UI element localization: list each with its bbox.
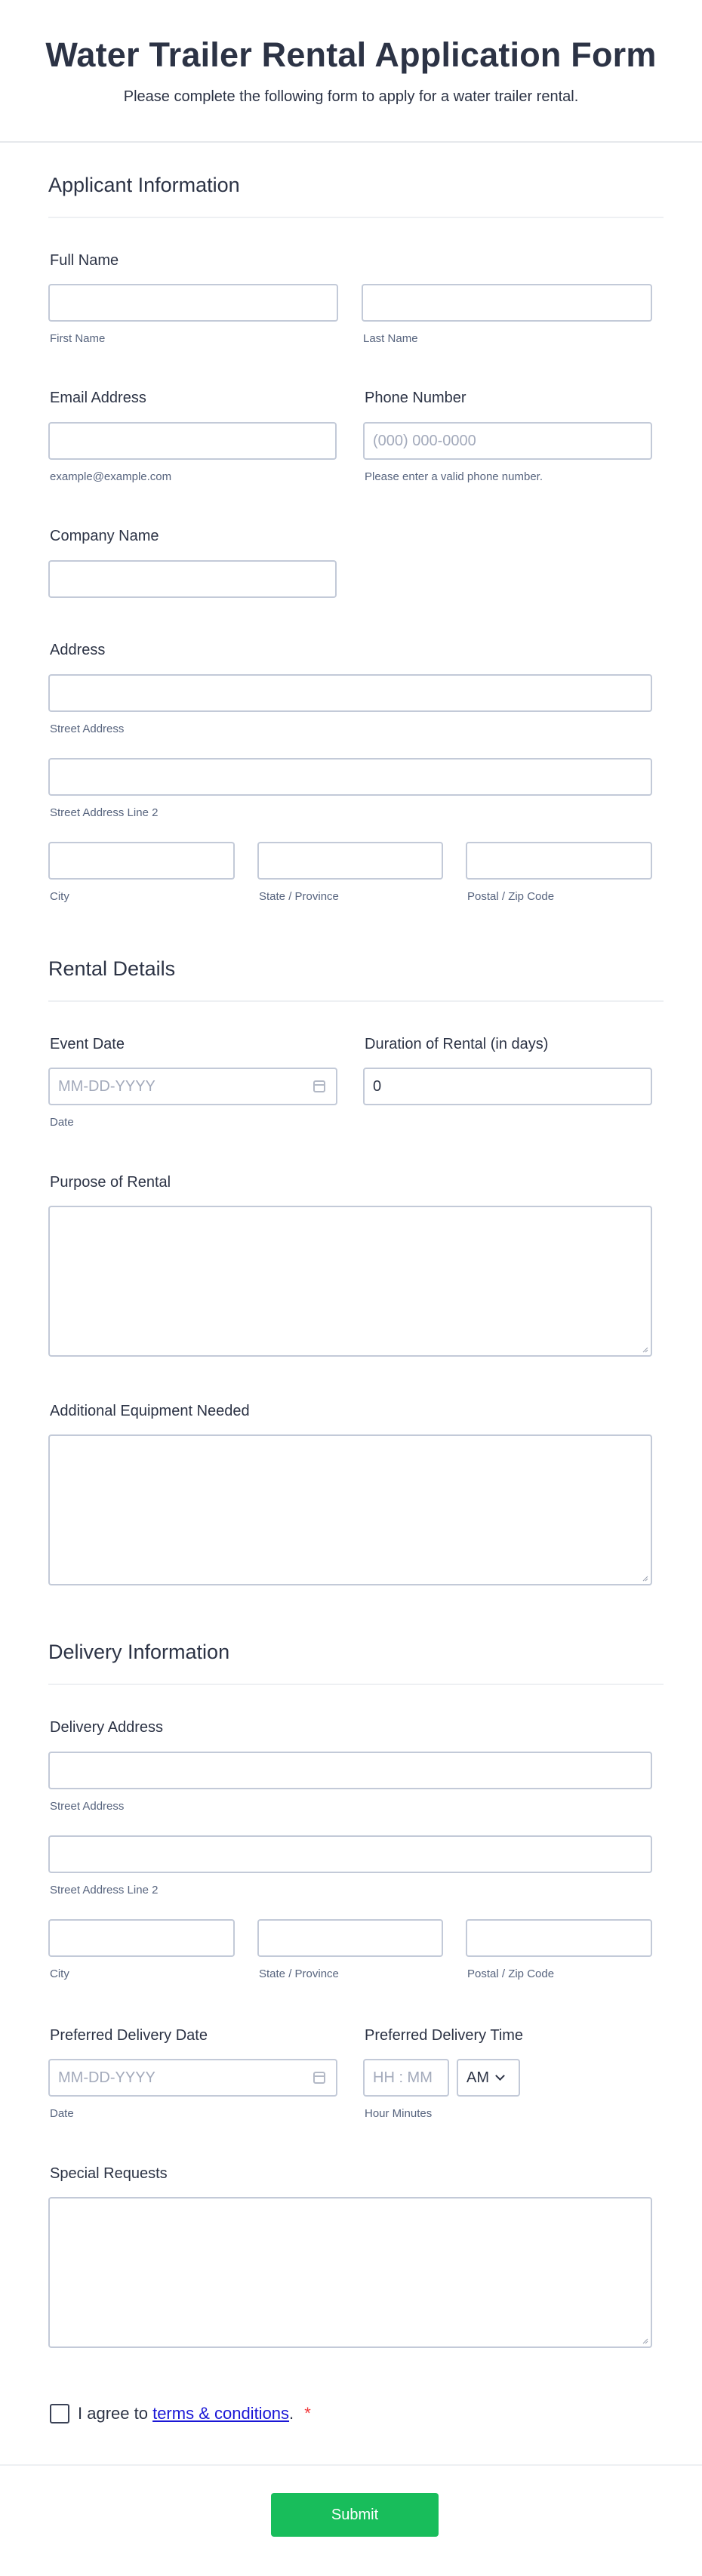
phone-sublabel: Please enter a valid phone number. — [365, 470, 543, 483]
terms-prefix: I agree to — [78, 2404, 153, 2423]
required-asterisk: * — [304, 2404, 311, 2423]
delivery-zip-sublabel: Postal / Zip Code — [467, 1967, 555, 1980]
email-label: Email Address — [50, 390, 146, 406]
email-sublabel: example@example.com — [50, 470, 172, 483]
resize-handle-icon[interactable] — [641, 1574, 648, 1582]
footer-divider — [0, 2464, 702, 2466]
email-input[interactable] — [48, 422, 337, 460]
equipment-textarea[interactable] — [48, 1434, 652, 1585]
terms-link[interactable]: terms & conditions — [152, 2404, 289, 2423]
state-sublabel: State / Province — [259, 890, 339, 903]
terms-checkbox[interactable] — [50, 2404, 69, 2423]
street-address-input[interactable] — [48, 674, 652, 712]
first-name-input[interactable] — [48, 284, 338, 322]
section-divider — [48, 1684, 664, 1685]
special-requests-textarea[interactable] — [48, 2197, 652, 2348]
delivery-city-sublabel: City — [50, 1967, 69, 1980]
special-requests-label: Special Requests — [50, 2165, 168, 2182]
phone-label: Phone Number — [365, 390, 466, 406]
resize-handle-icon[interactable] — [641, 2337, 648, 2344]
delivery-city-input[interactable] — [48, 1919, 235, 1957]
delivery-date-sublabel: Date — [50, 2107, 74, 2120]
purpose-label: Purpose of Rental — [50, 1174, 171, 1191]
street-address-line2-sublabel: Street Address Line 2 — [50, 806, 159, 819]
event-date-input[interactable]: MM-DD-YYYY — [48, 1068, 337, 1105]
form-subtitle: Please complete the following form to ap… — [123, 88, 579, 105]
delivery-zip-input[interactable] — [466, 1919, 652, 1957]
form-title: Water Trailer Rental Application Form — [45, 35, 657, 74]
delivery-street2-input[interactable] — [48, 1835, 652, 1873]
company-input[interactable] — [48, 560, 337, 598]
delivery-street2-sublabel: Street Address Line 2 — [50, 1884, 159, 1897]
terms-text: I agree to terms & conditions. * — [78, 2404, 311, 2423]
calendar-icon[interactable] — [313, 2072, 325, 2084]
delivery-street-sublabel: Street Address — [50, 1800, 125, 1813]
equipment-label: Additional Equipment Needed — [50, 1403, 250, 1419]
resize-handle-icon[interactable] — [641, 1345, 648, 1353]
event-date-sublabel: Date — [50, 1116, 74, 1129]
duration-input[interactable]: 0 — [363, 1068, 652, 1105]
event-date-placeholder: MM-DD-YYYY — [58, 1077, 155, 1095]
city-sublabel: City — [50, 890, 69, 903]
delivery-state-sublabel: State / Province — [259, 1967, 339, 1980]
full-name-label: Full Name — [50, 252, 119, 269]
delivery-address-label: Delivery Address — [50, 1719, 164, 1736]
ampm-select[interactable]: AM — [457, 2059, 520, 2097]
section-divider — [48, 1000, 664, 1002]
delivery-state-input[interactable] — [257, 1919, 443, 1957]
purpose-textarea[interactable] — [48, 1206, 652, 1357]
state-input[interactable] — [257, 842, 443, 880]
phone-input[interactable]: (000) 000-0000 — [363, 422, 652, 460]
duration-label: Duration of Rental (in days) — [365, 1036, 549, 1052]
calendar-icon[interactable] — [313, 1080, 325, 1092]
delivery-date-input[interactable]: MM-DD-YYYY — [48, 2059, 337, 2097]
last-name-input[interactable] — [362, 284, 652, 322]
street-address-line2-input[interactable] — [48, 758, 652, 796]
chevron-down-icon — [495, 2070, 505, 2081]
city-input[interactable] — [48, 842, 235, 880]
delivery-time-input[interactable]: HH : MM — [363, 2059, 449, 2097]
event-date-label: Event Date — [50, 1036, 125, 1052]
section-title-applicant: Applicant Information — [48, 174, 240, 196]
first-name-sublabel: First Name — [50, 332, 106, 345]
delivery-time-label: Preferred Delivery Time — [365, 2027, 524, 2044]
section-divider — [48, 217, 664, 218]
submit-button[interactable]: Submit — [271, 2493, 439, 2537]
terms-suffix: . — [289, 2404, 294, 2423]
section-title-rental: Rental Details — [48, 957, 176, 980]
zip-sublabel: Postal / Zip Code — [467, 890, 555, 903]
delivery-street-input[interactable] — [48, 1752, 652, 1789]
last-name-sublabel: Last Name — [363, 332, 418, 345]
section-title-delivery: Delivery Information — [48, 1641, 230, 1663]
form-header: Water Trailer Rental Application Form Pl… — [0, 0, 702, 143]
company-label: Company Name — [50, 528, 159, 544]
ampm-value: AM — [466, 2069, 489, 2086]
address-label: Address — [50, 642, 106, 658]
delivery-date-placeholder: MM-DD-YYYY — [58, 2069, 155, 2086]
street-address-sublabel: Street Address — [50, 723, 125, 735]
delivery-time-sublabel: Hour Minutes — [365, 2107, 433, 2120]
delivery-date-label: Preferred Delivery Date — [50, 2027, 208, 2044]
zip-input[interactable] — [466, 842, 652, 880]
